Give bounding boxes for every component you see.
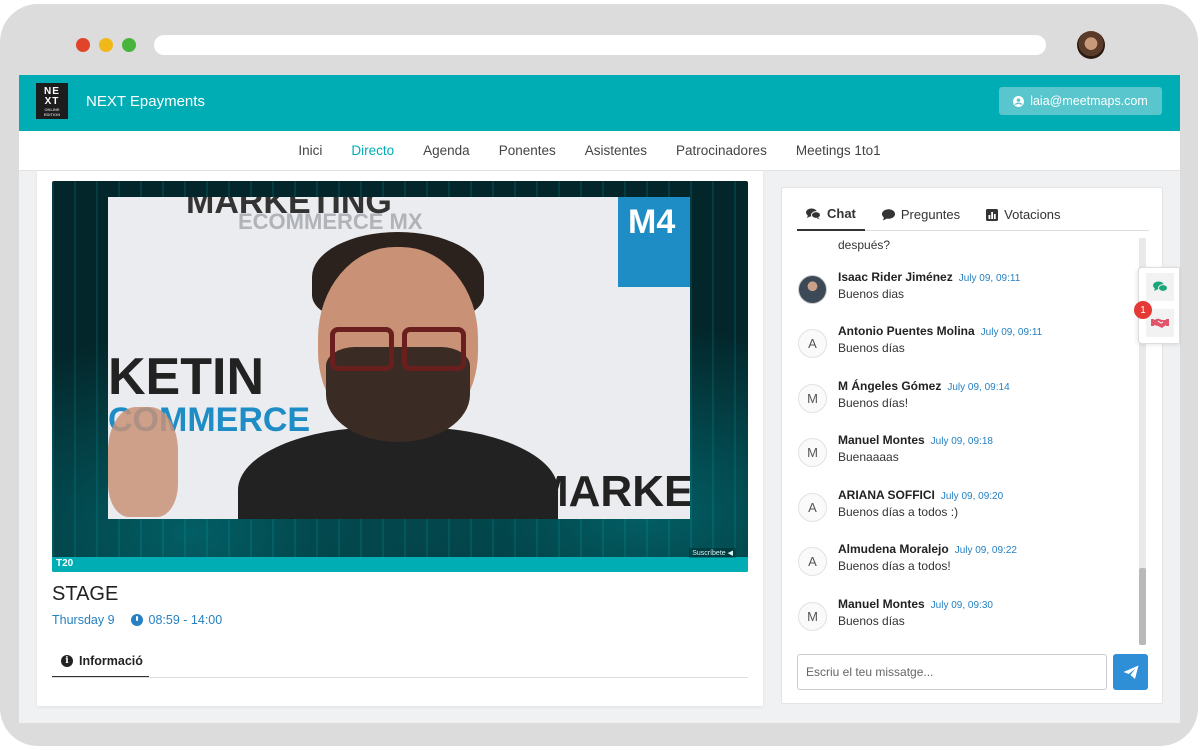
avatar[interactable]: A <box>798 329 827 358</box>
info-icon: i <box>61 654 73 667</box>
tab-preguntes[interactable]: Preguntes <box>873 198 969 231</box>
avatar[interactable]: M <box>798 438 827 467</box>
tab-votacions[interactable]: Votacions <box>977 198 1069 231</box>
user-email: laia@meetmaps.com <box>1030 94 1148 108</box>
avatar[interactable]: M <box>798 602 827 631</box>
nav-item-agenda[interactable]: Agenda <box>423 143 470 158</box>
video-tag: T20 <box>56 558 74 569</box>
event-logo[interactable]: NE XT ONLINE EDITION <box>36 83 68 119</box>
message-author: Manuel Montes <box>838 597 925 611</box>
tab-preguntes-label: Preguntes <box>900 207 961 222</box>
message-author: ARIANA SOFFICI <box>838 488 935 502</box>
message-author: Almudena Moralejo <box>838 542 949 556</box>
nav-item-meetings[interactable]: Meetings 1to1 <box>796 143 881 158</box>
tab-votacions-label: Votacions <box>1004 207 1061 222</box>
message-text: Buenos días a todos! <box>838 559 951 573</box>
minimize-window-dot[interactable] <box>99 38 113 52</box>
app-header: NE XT ONLINE EDITION NEXT Epayments laia… <box>19 75 1180 131</box>
speaker-webcam: MARKETING ECOMMERCE MX M4 KETIN COMMERCE… <box>108 197 690 519</box>
subscribe-overlay[interactable]: Suscríbete ◀ <box>689 548 736 558</box>
chat-message: A Antonio Puentes Molina July 09, 09:11 B… <box>797 324 1137 364</box>
user-icon <box>1013 95 1025 107</box>
tab-informacio[interactable]: i Informació <box>52 645 149 678</box>
tab-chat[interactable]: Chat <box>797 198 865 231</box>
user-account-button[interactable]: laia@meetmaps.com <box>999 87 1162 115</box>
chat-scrollbar-thumb[interactable] <box>1139 568 1146 645</box>
handshake-icon <box>1151 318 1169 328</box>
message-text: Buenos días <box>838 614 905 628</box>
speech-bubble-icon <box>881 208 895 220</box>
message-time: July 09, 09:14 <box>947 382 1010 393</box>
avatar[interactable] <box>798 275 827 304</box>
nav-item-directo[interactable]: Directo <box>351 143 394 158</box>
message-time: July 09, 09:11 <box>980 327 1043 338</box>
close-window-dot[interactable] <box>76 38 90 52</box>
chat-message-list[interactable]: después? Isaac Rider Jiménez July 09, 09:… <box>797 234 1142 644</box>
stage-card: MARKETING ECOMMERCE MX M4 KETIN COMMERCE… <box>37 171 763 706</box>
chat-message: M Manuel Montes July 09, 09:30 Buenos día… <box>797 597 1137 637</box>
chat-message-input[interactable] <box>797 654 1107 690</box>
message-text: Buenos días a todos :) <box>838 505 959 519</box>
nav-item-patrocinadores[interactable]: Patrocinadores <box>676 143 767 158</box>
nav-item-asistentes[interactable]: Asistentes <box>585 143 647 158</box>
nav-item-ponentes[interactable]: Ponentes <box>499 143 556 158</box>
message-author: Isaac Rider Jiménez <box>838 270 953 284</box>
paper-plane-icon <box>1123 665 1138 679</box>
tab-informacio-label: Informació <box>79 653 143 668</box>
chat-tabs: Chat Preguntes Votacions <box>797 198 1149 231</box>
message-text: Buenos días! <box>838 396 909 410</box>
speaker-figure <box>238 227 558 519</box>
message-author: Manuel Montes <box>838 433 925 447</box>
message-time: July 09, 09:11 <box>958 273 1021 284</box>
truncated-message: después? <box>838 238 891 252</box>
app-screen: NE XT ONLINE EDITION NEXT Epayments laia… <box>19 75 1180 723</box>
chat-message: A ARIANA SOFFICI July 09, 09:20 Buenos dí… <box>797 488 1137 528</box>
comments-icon <box>806 208 821 219</box>
chat-message: M Manuel Montes July 09, 09:18 Buenaaaas <box>797 433 1137 473</box>
message-text: Buenos dias <box>838 287 905 301</box>
send-message-button[interactable] <box>1113 654 1148 690</box>
message-text: Buenos días <box>838 341 905 355</box>
stage-schedule: Thursday 9 08:59 - 14:00 <box>52 613 222 627</box>
floating-action-panel: 1 <box>1134 267 1180 344</box>
avatar[interactable]: A <box>798 493 827 522</box>
bar-chart-icon <box>986 208 999 221</box>
open-chat-button[interactable] <box>1146 273 1174 301</box>
speaker-hand <box>108 407 178 517</box>
banner-text-left: KETIN <box>108 348 264 406</box>
message-author: Antonio Puentes Molina <box>838 324 975 338</box>
message-author: M Ángeles Gómez <box>838 379 942 393</box>
message-text: Buenaaaas <box>838 450 899 464</box>
message-time: July 09, 09:30 <box>930 600 993 611</box>
tab-divider <box>52 677 748 678</box>
tab-chat-label: Chat <box>827 206 856 221</box>
address-bar[interactable] <box>154 35 1046 55</box>
chat-message: Isaac Rider Jiménez July 09, 09:11 Buenos… <box>797 270 1137 310</box>
clock-icon <box>130 614 143 626</box>
message-time: July 09, 09:20 <box>940 491 1004 502</box>
avatar[interactable]: M <box>798 384 827 413</box>
chat-message: A Almudena Moralejo July 09, 09:22 Buenos… <box>797 542 1137 582</box>
profile-avatar[interactable] <box>1077 31 1105 59</box>
avatar[interactable]: A <box>798 547 827 576</box>
notification-badge: 1 <box>1134 301 1152 319</box>
comments-icon <box>1152 281 1168 292</box>
stage-title: STAGE <box>52 583 119 605</box>
chat-message: M M Ángeles Gómez July 09, 09:14 Buenos d… <box>797 379 1137 419</box>
stage-date: Thursday 9 <box>52 613 115 627</box>
chat-panel: Chat Preguntes Votacions después? Isaac … <box>781 187 1163 704</box>
window-controls <box>76 38 136 52</box>
app-title: NEXT Epayments <box>86 93 205 110</box>
message-time: July 09, 09:18 <box>930 436 993 447</box>
nav-item-inici[interactable]: Inici <box>298 143 322 158</box>
main-nav: Inici Directo Agenda Ponentes Asistentes… <box>19 131 1180 171</box>
m4-logo: M4 <box>618 197 690 287</box>
message-time: July 09, 09:22 <box>954 545 1017 556</box>
video-lower-bar <box>52 557 748 572</box>
maximize-window-dot[interactable] <box>122 38 136 52</box>
live-video-player[interactable]: MARKETING ECOMMERCE MX M4 KETIN COMMERCE… <box>52 181 748 572</box>
stage-time: 08:59 - 14:00 <box>148 613 223 627</box>
